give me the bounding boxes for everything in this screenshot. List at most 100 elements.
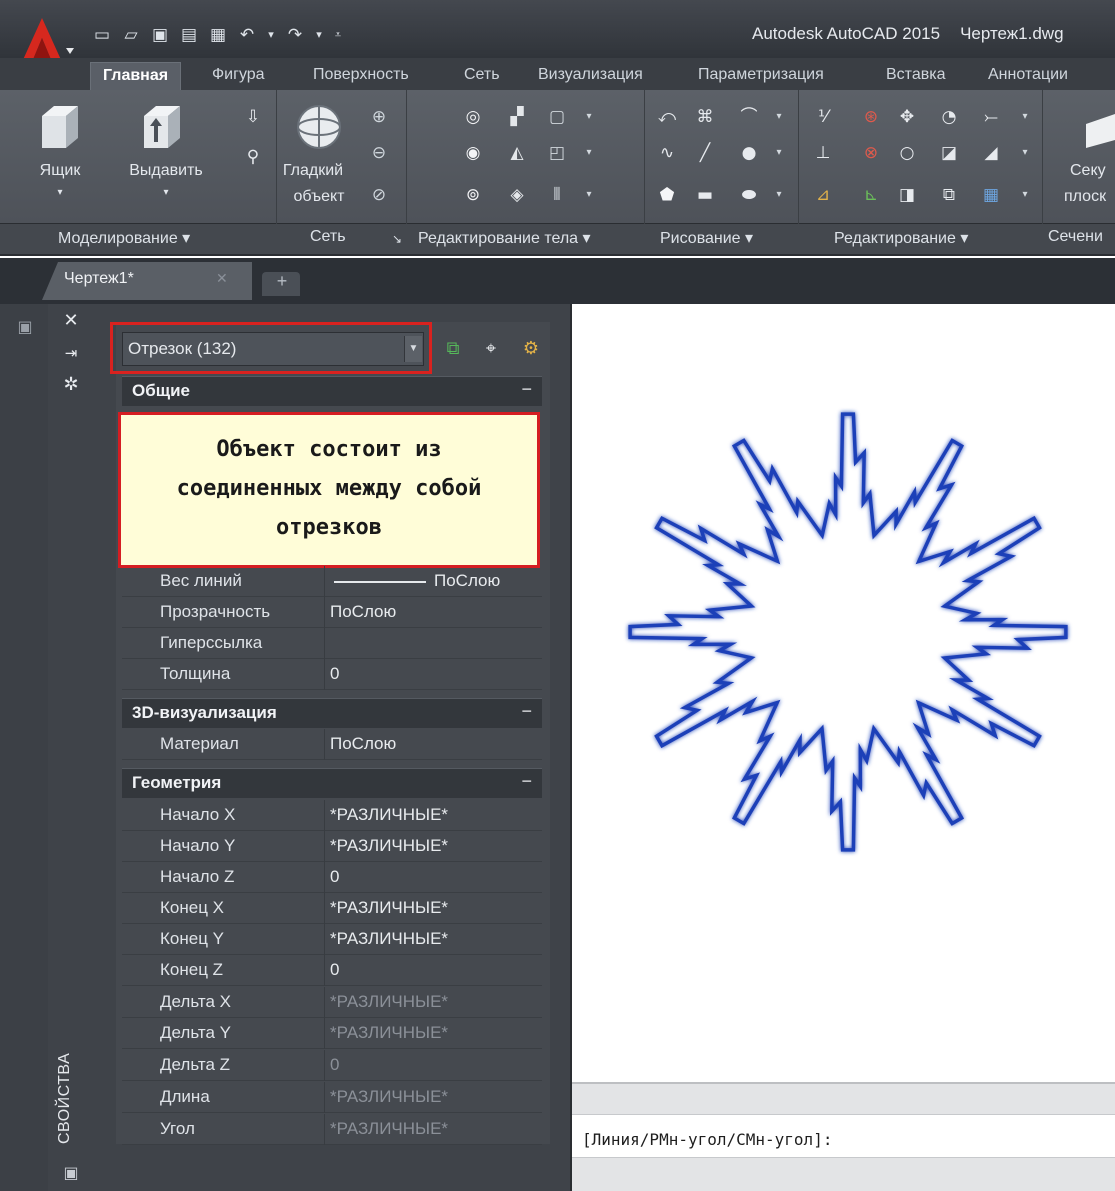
selected-star-polyline[interactable]	[628, 412, 1068, 852]
box-button[interactable]: Ящик	[30, 160, 90, 182]
prop-row-transparency[interactable]: Прозрачность ПоСлою	[122, 597, 542, 628]
collapse-icon[interactable]: −	[521, 701, 532, 722]
collapse-icon[interactable]: −	[521, 379, 532, 400]
line-icon[interactable]: ╱	[694, 142, 716, 164]
solid-edit-dropdown-2[interactable]: ▾	[578, 142, 600, 164]
redo-icon[interactable]: ↷	[285, 25, 305, 45]
thicken-icon[interactable]: ◈	[506, 184, 528, 206]
shell-icon[interactable]: ◰	[546, 142, 568, 164]
spline-icon[interactable]: ∿	[656, 142, 678, 164]
solid-edit-dropdown-1[interactable]: ▾	[578, 106, 600, 128]
chamfer-icon[interactable]: ◢	[980, 142, 1002, 164]
helix-icon[interactable]: ⌘	[694, 106, 716, 128]
smooth-object-label-1[interactable]: Гладкий	[278, 160, 348, 182]
select-objects-icon[interactable]: ⌖	[478, 336, 504, 362]
mirror-3d-icon[interactable]: ⊿	[812, 184, 834, 206]
undo-icon[interactable]: ↶	[237, 25, 257, 45]
fillet-edge-icon[interactable]: ⅟	[812, 106, 834, 128]
section-3d-visualization[interactable]: 3D-визуализация −	[122, 698, 542, 728]
offset-icon[interactable]: ◔	[938, 106, 960, 128]
new-icon[interactable]: ▭	[92, 25, 112, 45]
panel-solid-editing[interactable]: Редактирование тела ▾	[418, 228, 591, 248]
close-icon[interactable]: ✕	[60, 310, 82, 332]
smooth-object-label-2[interactable]: объект	[284, 186, 354, 208]
move-3d-icon[interactable]: ⊗	[860, 142, 882, 164]
prop-row-lineweight[interactable]: Вес линий ПоСлою	[122, 566, 542, 597]
modify-dropdown-1[interactable]: ▾	[1014, 106, 1036, 128]
prop-row-end-z[interactable]: Конец Z 0	[122, 955, 542, 986]
subtract-icon[interactable]: ◉	[462, 142, 484, 164]
dock-properties-icon[interactable]: ▣	[14, 316, 36, 338]
separate-icon[interactable]: ⫴	[546, 184, 568, 206]
prop-row-hyperlink[interactable]: Гиперссылка	[122, 628, 542, 659]
prop-row-thickness[interactable]: Толщина 0	[122, 659, 542, 690]
arc-icon[interactable]: ⌒	[738, 106, 760, 128]
trim-icon[interactable]: ◪	[938, 142, 960, 164]
tab-mesh[interactable]: Сеть	[464, 62, 500, 90]
rotate-icon[interactable]: ○	[896, 142, 918, 164]
draw-dropdown-2[interactable]: ▾	[768, 142, 790, 164]
drawing-canvas[interactable]	[572, 304, 1115, 1082]
modify-dropdown-2[interactable]: ▾	[1014, 142, 1036, 164]
tab-home[interactable]: Главная	[90, 62, 182, 90]
collapse-icon[interactable]: −	[521, 771, 532, 792]
grid-array-icon[interactable]: ▦	[980, 184, 1002, 206]
prop-row-start-y[interactable]: Начало Y *РАЗЛИЧНЫЕ*	[122, 831, 542, 862]
extract-edges-icon[interactable]: ▢	[546, 106, 568, 128]
rotate-3d-icon[interactable]: ⊛	[860, 106, 882, 128]
save-icon[interactable]: ▣	[150, 25, 170, 45]
redo-dropdown-icon[interactable]: ▾	[314, 25, 324, 45]
prop-row-end-x[interactable]: Конец X *РАЗЛИЧНЫЕ*	[122, 893, 542, 924]
save-as-icon[interactable]: ▤	[179, 25, 199, 45]
prop-row-start-z[interactable]: Начало Z 0	[122, 862, 542, 893]
tab-visualize[interactable]: Визуализация	[538, 62, 643, 90]
solid-edit-dropdown-3[interactable]: ▾	[578, 184, 600, 206]
panel-section[interactable]: Сечени	[1048, 228, 1103, 246]
close-icon[interactable]: ✕	[216, 270, 228, 287]
settings-icon[interactable]: ✲	[60, 374, 82, 396]
prop-row-material[interactable]: Материал ПоСлою	[122, 729, 542, 760]
section-geometry[interactable]: Геометрия −	[122, 768, 542, 798]
draw-dropdown-1[interactable]: ▾	[768, 106, 790, 128]
array-icon[interactable]: ⧉	[938, 184, 960, 206]
draw-dropdown-3[interactable]: ▾	[768, 184, 790, 206]
prop-row-start-x[interactable]: Начало X *РАЗЛИЧНЫЕ*	[122, 800, 542, 831]
presspull-icon[interactable]: ⇩	[242, 106, 264, 128]
move-icon[interactable]: ✥	[896, 106, 918, 128]
align-icon[interactable]: ⊥	[812, 142, 834, 164]
section-plane-label-2[interactable]: плоск	[1064, 186, 1115, 208]
mesh-smooth-more-icon[interactable]: ⊕	[368, 106, 390, 128]
copy-icon[interactable]: ◨	[896, 184, 918, 206]
auto-hide-icon[interactable]: ⇥	[60, 342, 82, 364]
erase-icon[interactable]: ⤚	[980, 106, 1002, 128]
interfere-icon[interactable]: ▞	[506, 106, 528, 128]
intersect-icon[interactable]: ⊚	[462, 184, 484, 206]
tab-parametric[interactable]: Параметризация	[698, 62, 824, 90]
panel-draw[interactable]: Рисование ▾	[660, 228, 753, 248]
panel-modeling[interactable]: Моделирование ▾	[58, 228, 190, 248]
open-icon[interactable]: ▱	[121, 25, 141, 45]
polysolid-icon[interactable]: ⚲	[242, 146, 264, 168]
rectangle-icon[interactable]: ▬	[694, 184, 716, 206]
polyline-icon[interactable]: ⤺	[656, 106, 678, 128]
tab-annotate[interactable]: Аннотации	[988, 62, 1068, 90]
tab-insert[interactable]: Вставка	[886, 62, 945, 90]
panel-mesh[interactable]: Сеть	[310, 228, 346, 246]
customize-icon[interactable]: ⩡	[333, 25, 343, 45]
box-dropdown-icon[interactable]: ▾	[50, 182, 70, 204]
modify-dropdown-3[interactable]: ▾	[1014, 184, 1036, 206]
ellipse-icon[interactable]: ⬬	[738, 184, 760, 206]
circle-icon[interactable]: ●	[738, 142, 760, 164]
quick-select-icon[interactable]: ⚙	[518, 336, 544, 362]
extrude-button[interactable]: Выдавить	[118, 160, 214, 182]
tab-surface[interactable]: Поверхность	[313, 62, 409, 90]
undo-dropdown-icon[interactable]: ▾	[266, 25, 276, 45]
prop-row-end-y[interactable]: Конец Y *РАЗЛИЧНЫЕ*	[122, 924, 542, 955]
union-icon[interactable]: ◎	[462, 106, 484, 128]
scale-3d-icon[interactable]: ⊾	[860, 184, 882, 206]
extrude-dropdown-icon[interactable]: ▾	[156, 182, 176, 204]
polygon-icon[interactable]: ⬟	[656, 184, 678, 206]
slice-icon[interactable]: ◭	[506, 142, 528, 164]
plot-icon[interactable]: ▦	[208, 25, 228, 45]
tab-solid[interactable]: Фигура	[212, 62, 265, 90]
